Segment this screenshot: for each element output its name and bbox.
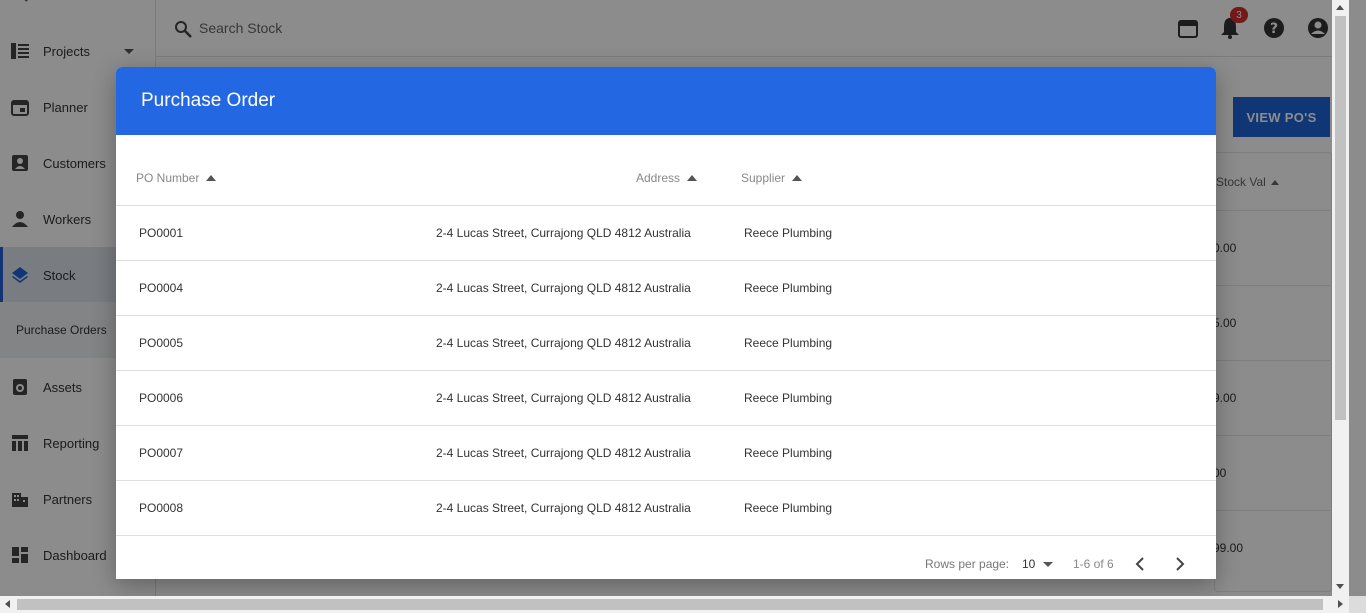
po-number-cell: PO0005 [139,336,184,350]
horizontal-scrollbar-thumb[interactable] [17,599,1323,610]
po-number-cell: PO0004 [139,281,184,295]
supplier-cell: Reece Plumbing [744,226,833,240]
table-row[interactable]: PO0001 2-4 Lucas Street, Currajong QLD 4… [116,206,1216,261]
sort-asc-icon [206,175,217,181]
column-header-address[interactable]: Address [636,171,698,185]
po-number-cell: PO0008 [139,501,184,515]
address-cell: 2-4 Lucas Street, Currajong QLD 4812 Aus… [436,391,691,405]
table-pagination: Rows per page: 10 1-6 of 6 [116,536,1216,579]
vertical-scrollbar-thumb[interactable] [1335,16,1346,420]
chevron-left-icon [1135,557,1144,571]
scroll-left-arrow-icon[interactable] [5,600,10,608]
column-header-supplier[interactable]: Supplier [741,171,803,185]
supplier-cell: Reece Plumbing [744,336,833,350]
address-cell: 2-4 Lucas Street, Currajong QLD 4812 Aus… [436,446,691,460]
scroll-down-arrow-icon[interactable] [1336,584,1344,589]
dialog-header: Purchase Order [116,67,1216,135]
supplier-cell: Reece Plumbing [744,281,833,295]
vertical-scrollbar[interactable] [1332,0,1349,596]
address-cell: 2-4 Lucas Street, Currajong QLD 4812 Aus… [436,336,691,350]
dialog-title: Purchase Order [141,90,276,111]
table-row[interactable]: PO0008 2-4 Lucas Street, Currajong QLD 4… [116,481,1216,536]
rows-per-page-label: Rows per page: [925,557,1010,571]
address-cell: 2-4 Lucas Street, Currajong QLD 4812 Aus… [436,501,691,515]
po-number-cell: PO0001 [139,226,184,240]
previous-page-button[interactable] [1129,553,1151,575]
table-row[interactable]: PO0005 2-4 Lucas Street, Currajong QLD 4… [116,316,1216,371]
table-row[interactable]: PO0007 2-4 Lucas Street, Currajong QLD 4… [116,426,1216,481]
supplier-cell: Reece Plumbing [744,501,833,515]
supplier-cell: Reece Plumbing [744,391,833,405]
column-header-po-number[interactable]: PO Number [136,171,217,185]
sort-asc-icon [687,175,698,181]
chevron-right-icon [1176,557,1185,571]
table-header: PO Number Address Supplier [116,135,1216,206]
sort-asc-icon [792,175,803,181]
table-row[interactable]: PO0006 2-4 Lucas Street, Currajong QLD 4… [116,371,1216,426]
po-number-cell: PO0006 [139,391,184,405]
scroll-up-arrow-icon[interactable] [1336,5,1344,10]
address-cell: 2-4 Lucas Street, Currajong QLD 4812 Aus… [436,226,691,240]
scrollbar-corner [1349,596,1366,613]
rows-per-page-select[interactable]: 10 [1022,557,1054,571]
pagination-range: 1-6 of 6 [1073,557,1114,571]
table-row[interactable]: PO0004 2-4 Lucas Street, Currajong QLD 4… [116,261,1216,316]
address-cell: 2-4 Lucas Street, Currajong QLD 4812 Aus… [436,281,691,295]
scroll-right-arrow-icon[interactable] [1338,600,1343,608]
supplier-cell: Reece Plumbing [744,446,833,460]
horizontal-scrollbar[interactable] [0,596,1349,613]
dropdown-arrow-icon [1043,561,1054,567]
po-number-cell: PO0007 [139,446,184,460]
purchase-order-dialog: Purchase Order PO Number Address Supplie… [116,67,1216,579]
next-page-button[interactable] [1169,553,1191,575]
